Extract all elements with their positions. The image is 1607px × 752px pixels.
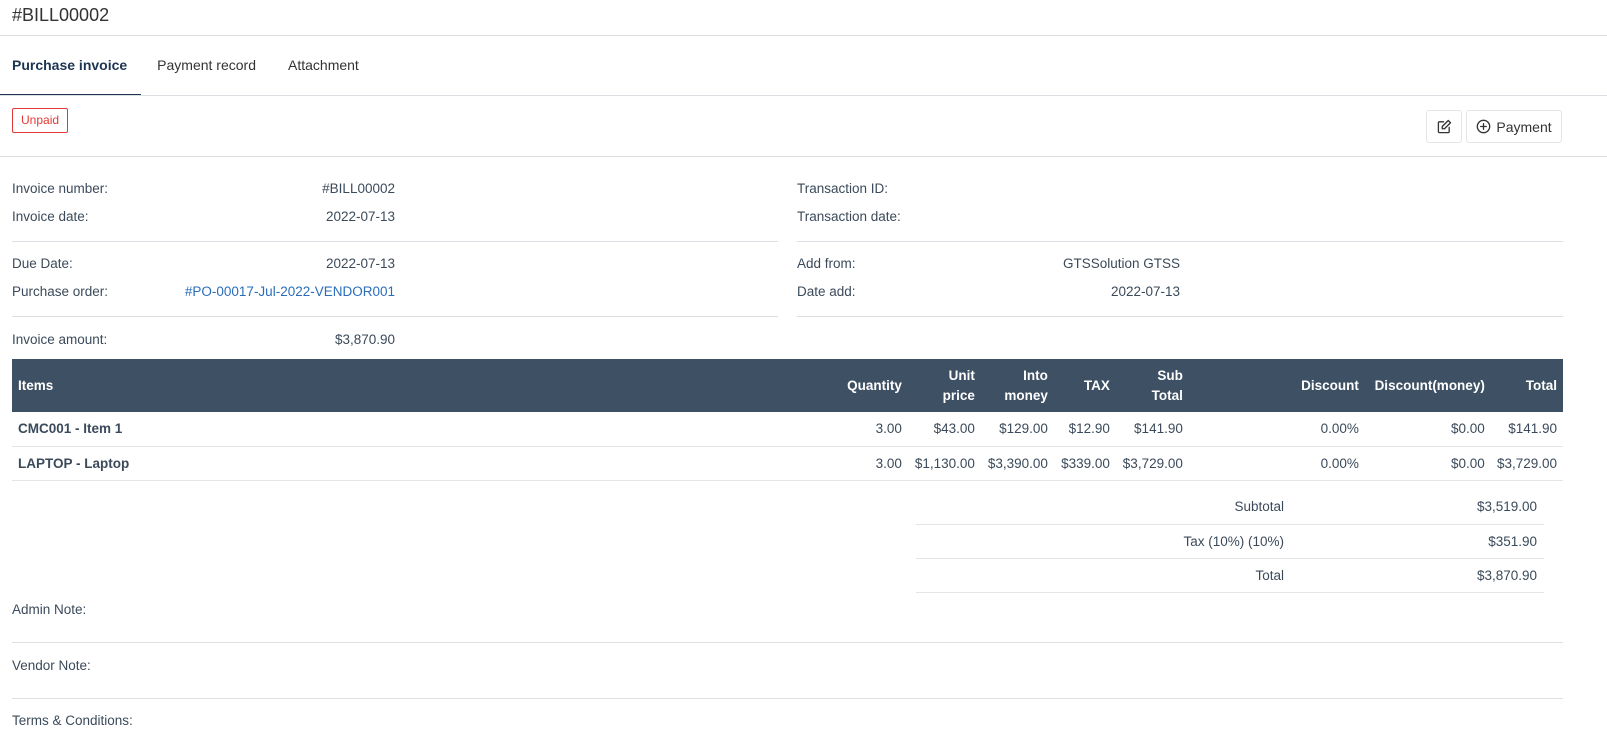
due-date-label: Due Date: xyxy=(12,256,73,271)
col-quantity: Quantity xyxy=(831,359,908,412)
status-badge: Unpaid xyxy=(12,108,69,133)
totals-table: Subtotal $3,519.00 Tax (10%) (10%) $351.… xyxy=(916,490,1544,593)
purchase-order-link[interactable]: #PO-00017-Jul-2022-VENDOR001 xyxy=(155,284,395,299)
tax-label: Tax (10%) (10%) xyxy=(916,524,1291,559)
tab-payment-record[interactable]: Payment record xyxy=(141,36,272,96)
cell-total: $3,729.00 xyxy=(1490,446,1563,481)
due-date-value: 2022-07-13 xyxy=(325,256,395,271)
edit-icon xyxy=(1437,119,1452,134)
cell-discount-money: $0.00 xyxy=(1364,412,1491,447)
cell-item: CMC001 - Item 1 xyxy=(12,412,832,447)
payment-button-label: Payment xyxy=(1496,118,1552,135)
total-value: $3,870.90 xyxy=(1291,558,1544,593)
items-table-header: Items Quantity Unit price Into money TAX S… xyxy=(12,359,1563,412)
col-into-money: Into money xyxy=(980,359,1054,412)
col-sub-total-line1: Sub xyxy=(1157,367,1183,383)
cell-into-money: $129.00 xyxy=(980,412,1054,447)
cell-unit-price: $43.00 xyxy=(907,412,981,447)
subtotal-row: Subtotal $3,519.00 xyxy=(916,490,1544,525)
col-total: Total xyxy=(1490,359,1563,412)
vendor-note-label: Vendor Note: xyxy=(12,658,91,673)
right-divider-1 xyxy=(797,241,1563,242)
cell-into-money: $3,390.00 xyxy=(980,446,1054,481)
cell-total: $141.90 xyxy=(1490,412,1563,447)
transaction-id-label: Transaction ID: xyxy=(797,181,889,196)
cell-unit-price: $1,130.00 xyxy=(907,446,981,481)
invoice-number-value: #BILL00002 xyxy=(322,181,395,196)
cell-tax: $12.90 xyxy=(1053,412,1116,447)
cell-tax: $339.00 xyxy=(1053,446,1116,481)
invoice-date-value: 2022-07-13 xyxy=(325,209,395,224)
col-items: Items xyxy=(12,359,832,412)
date-add-value: 2022-07-13 xyxy=(1110,284,1180,299)
col-sub-total: Sub Total xyxy=(1115,359,1189,412)
col-into-money-line1: Into xyxy=(1023,367,1048,383)
invoice-amount-value: $3,870.90 xyxy=(334,332,395,347)
tab-attachment[interactable]: Attachment xyxy=(272,36,375,96)
plus-circle-icon xyxy=(1476,119,1491,134)
cell-sub-total: $3,729.00 xyxy=(1115,446,1189,481)
cell-discount: 0.00% xyxy=(1188,412,1365,447)
col-discount-money: Discount(money) xyxy=(1364,359,1491,412)
invoice-date-label: Invoice date: xyxy=(12,209,89,224)
col-into-money-line2: money xyxy=(1004,387,1048,403)
admin-note-divider xyxy=(12,642,1563,643)
table-row: CMC001 - Item 1 3.00 $43.00 $129.00 $12.… xyxy=(12,412,1563,447)
right-divider-2 xyxy=(797,316,1563,317)
cell-quantity: 3.00 xyxy=(831,446,908,481)
tax-value: $351.90 xyxy=(1291,524,1544,559)
table-row: LAPTOP - Laptop 3.00 $1,130.00 $3,390.00… xyxy=(12,446,1563,481)
cell-item: LAPTOP - Laptop xyxy=(12,446,832,481)
admin-note-label: Admin Note: xyxy=(12,602,87,617)
col-tax: TAX xyxy=(1053,359,1116,412)
add-from-label: Add from: xyxy=(797,256,856,271)
col-discount: Discount xyxy=(1188,359,1365,412)
left-divider-2 xyxy=(12,316,778,317)
add-from-value: GTSSolution GTSS xyxy=(1062,256,1180,271)
invoice-amount-label: Invoice amount: xyxy=(12,332,108,347)
cell-discount: 0.00% xyxy=(1188,446,1365,481)
items-table: Items Quantity Unit price Into money TAX S… xyxy=(12,359,1563,481)
cell-sub-total: $141.90 xyxy=(1115,412,1189,447)
total-label: Total xyxy=(916,558,1291,593)
col-unit-price-line1: Unit xyxy=(948,367,975,383)
subtotal-label: Subtotal xyxy=(916,490,1291,525)
tab-purchase-invoice[interactable]: Purchase invoice xyxy=(0,36,142,96)
page-title: #BILL00002 xyxy=(12,5,110,25)
cell-discount-money: $0.00 xyxy=(1364,446,1491,481)
cell-quantity: 3.00 xyxy=(831,412,908,447)
vendor-note-divider xyxy=(12,698,1563,699)
invoice-number-label: Invoice number: xyxy=(12,181,109,196)
purchase-order-label: Purchase order: xyxy=(12,284,109,299)
transaction-date-label: Transaction date: xyxy=(797,209,901,224)
subtotal-value: $3,519.00 xyxy=(1291,490,1544,525)
tax-row: Tax (10%) (10%) $351.90 xyxy=(916,524,1544,559)
header-divider xyxy=(0,156,1607,157)
left-divider-1 xyxy=(12,241,778,242)
payment-button[interactable]: Payment xyxy=(1466,110,1562,143)
edit-button[interactable] xyxy=(1426,110,1462,143)
col-unit-price: Unit price xyxy=(907,359,981,412)
tab-bar: Purchase invoice Payment record Attachme… xyxy=(0,36,375,96)
tabs-divider xyxy=(0,95,1607,96)
col-unit-price-line2: price xyxy=(942,387,975,403)
terms-label: Terms & Conditions: xyxy=(12,713,133,728)
date-add-label: Date add: xyxy=(797,284,856,299)
col-sub-total-line2: Total xyxy=(1151,387,1183,403)
total-row: Total $3,870.90 xyxy=(916,558,1544,593)
